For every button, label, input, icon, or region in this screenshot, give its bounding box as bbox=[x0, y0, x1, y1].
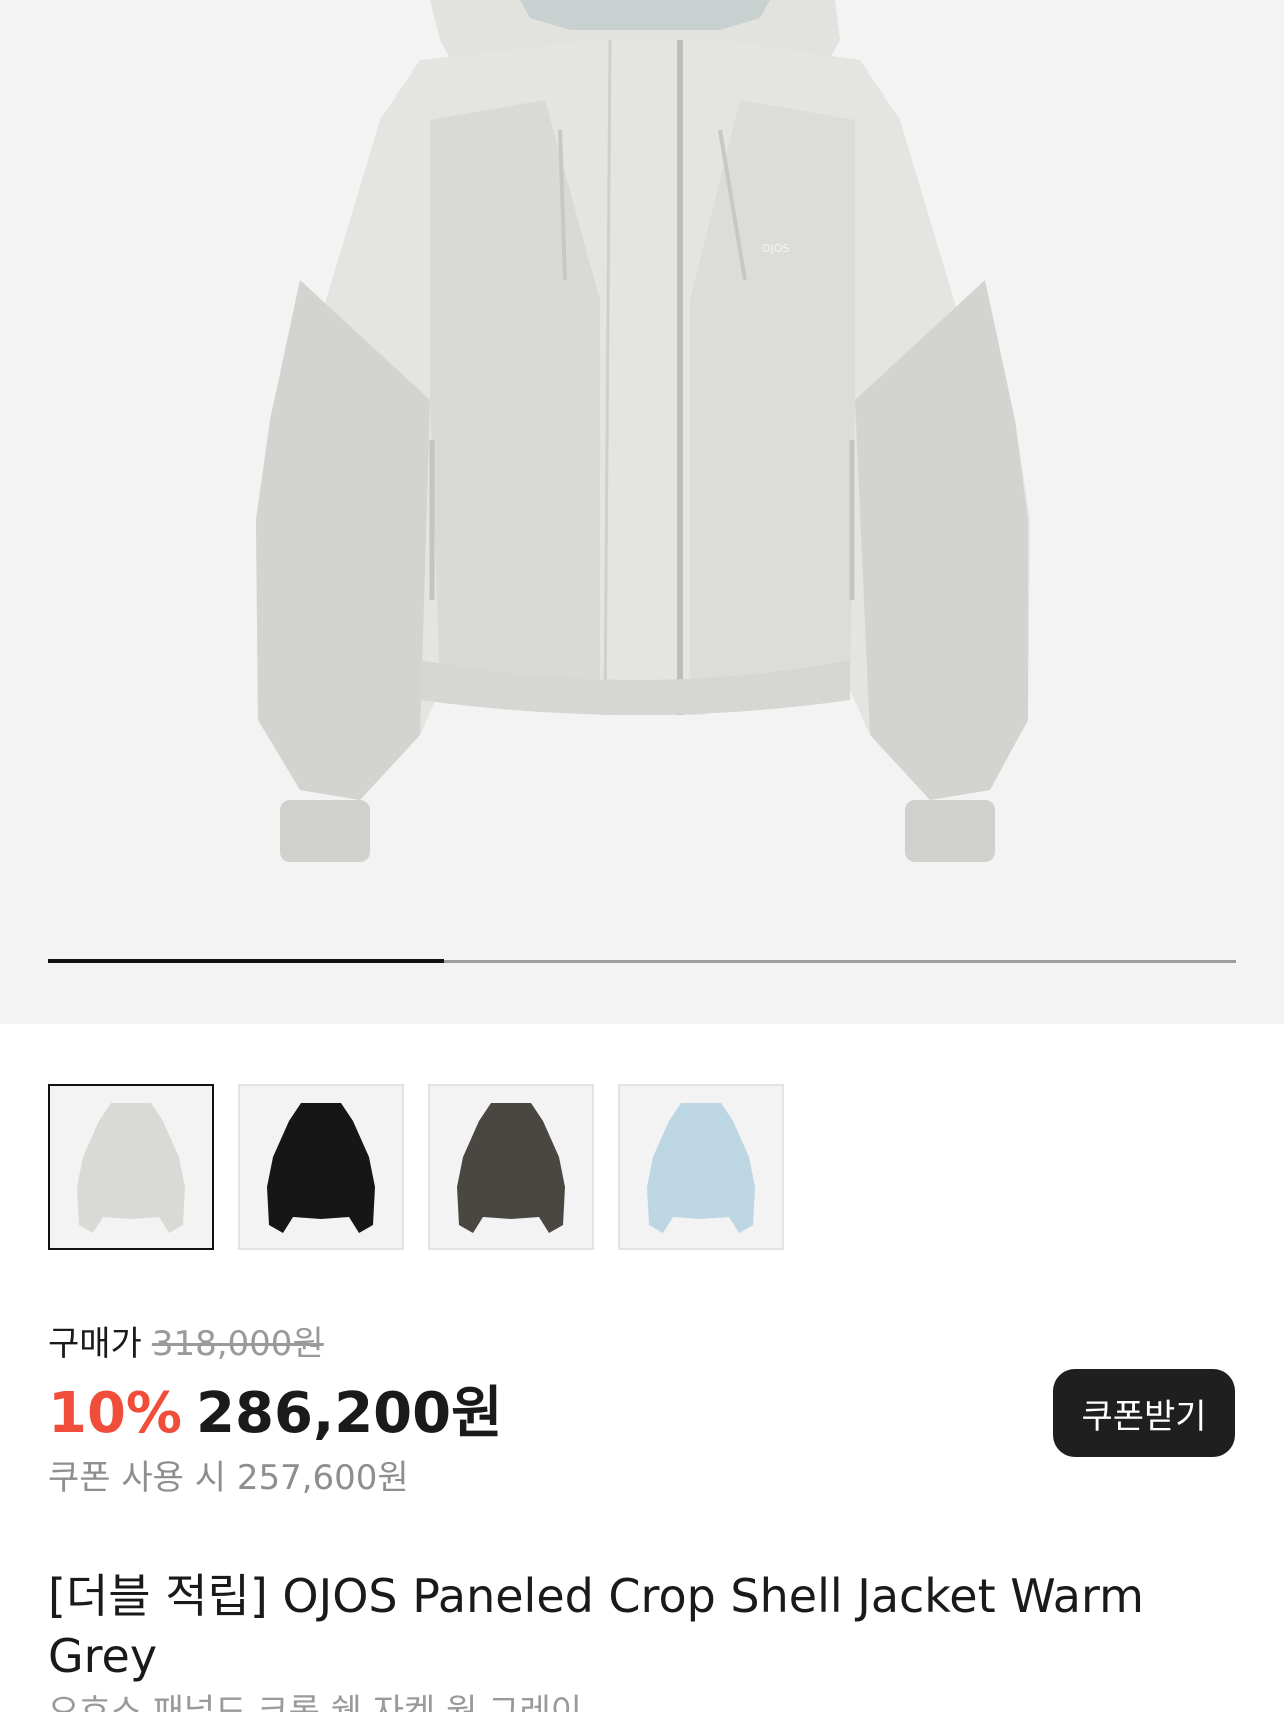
coupon-price-note: 쿠폰 사용 시 257,600원 bbox=[48, 1458, 409, 1498]
get-coupon-button[interactable]: 쿠폰받기 bbox=[1053, 1369, 1235, 1457]
price-label: 구매가 bbox=[48, 1324, 142, 1364]
sale-price-row: 10% 286,200원 bbox=[48, 1378, 503, 1450]
jacket-image: OJOS bbox=[256, 0, 1030, 862]
jacket-thumb-icon bbox=[647, 1103, 755, 1233]
product-subtitle: 오호스 패널드 크롭 쉘 자켓 웜 그레이 bbox=[48, 1692, 583, 1712]
jacket-thumb-icon bbox=[267, 1103, 375, 1233]
jacket-thumb-icon bbox=[457, 1103, 565, 1233]
carousel-progress-bar bbox=[48, 959, 1236, 963]
price-label-row: 구매가 318,000원 bbox=[48, 1322, 324, 1366]
thumbnail-warm-grey[interactable] bbox=[48, 1084, 214, 1250]
thumbnail-black[interactable] bbox=[238, 1084, 404, 1250]
color-thumbnails bbox=[48, 1084, 784, 1250]
discount-rate: 10% bbox=[48, 1381, 183, 1446]
jacket-logo: OJOS bbox=[762, 242, 790, 255]
thumbnail-charcoal[interactable] bbox=[428, 1084, 594, 1250]
product-title: [더블 적립] OJOS Paneled Crop Shell Jacket W… bbox=[48, 1569, 1144, 1683]
jacket-thumb-icon bbox=[77, 1103, 185, 1233]
product-image-carousel[interactable]: OJOS bbox=[0, 0, 1284, 1024]
thumbnail-sky-blue[interactable] bbox=[618, 1084, 784, 1250]
carousel-progress-fill bbox=[48, 959, 444, 963]
original-price: 318,000원 bbox=[151, 1324, 324, 1364]
sale-price: 286,200원 bbox=[196, 1381, 503, 1446]
product-detail-page: OJOS 구매가 318,000원 10% 286,200원 쿠폰 사용 시 2… bbox=[0, 0, 1284, 1712]
